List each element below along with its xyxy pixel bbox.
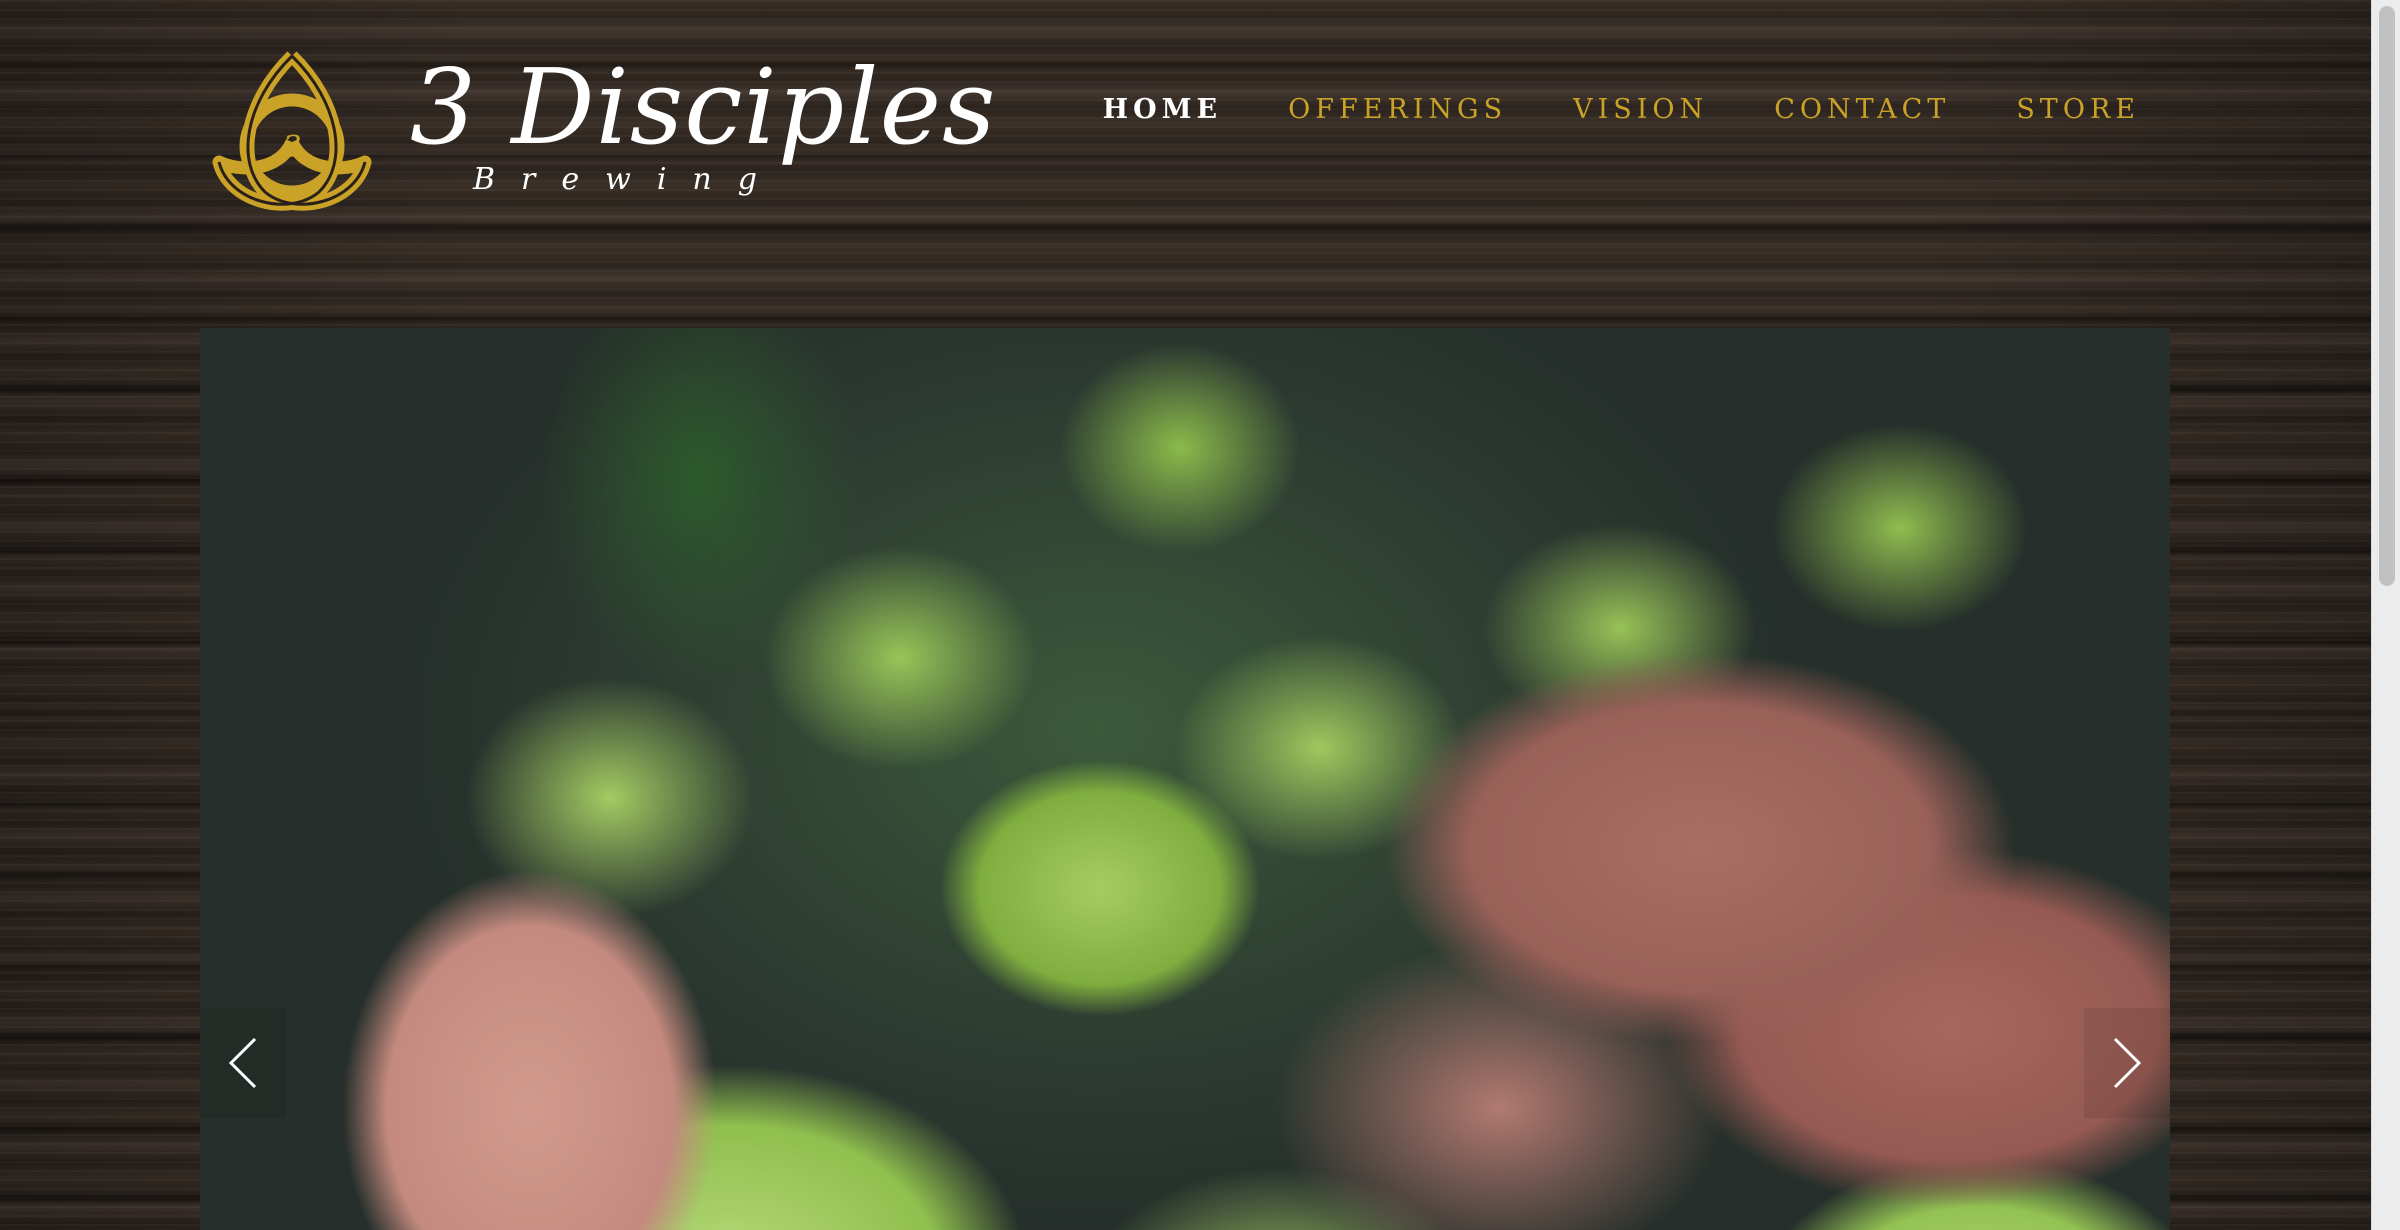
slider-next-button[interactable] bbox=[2084, 1008, 2170, 1118]
brand-logo[interactable]: 3 3 Disciples Brewing bbox=[205, 42, 996, 217]
nav-item-offerings[interactable]: OFFERINGS bbox=[1288, 92, 1507, 128]
site-header: 3 3 Disciples Brewing HOME OFFERINGS VIS… bbox=[0, 0, 2372, 300]
page-scrollbar[interactable] bbox=[2371, 0, 2400, 1230]
brand-subtitle: Brewing bbox=[473, 162, 783, 197]
nav-item-contact[interactable]: CONTACT bbox=[1774, 92, 1950, 128]
nav-item-home[interactable]: HOME bbox=[1103, 92, 1223, 128]
hero-slider bbox=[200, 328, 2170, 1230]
brand-name: 3 Disciples bbox=[410, 46, 997, 168]
chevron-left-icon bbox=[228, 1037, 257, 1089]
chevron-right-icon bbox=[2113, 1037, 2142, 1089]
slider-prev-button[interactable] bbox=[200, 1008, 286, 1118]
nav-item-vision[interactable]: VISION bbox=[1573, 92, 1708, 128]
nav-item-store[interactable]: STORE bbox=[2016, 92, 2140, 128]
scrollbar-thumb[interactable] bbox=[2379, 6, 2395, 586]
slide-image-hops bbox=[200, 328, 2170, 1230]
main-nav: HOME OFFERINGS VISION CONTACT STORE bbox=[1103, 92, 2140, 128]
triquetra-knot-icon: 3 bbox=[212, 51, 372, 211]
knot-numeral: 3 bbox=[282, 130, 301, 165]
